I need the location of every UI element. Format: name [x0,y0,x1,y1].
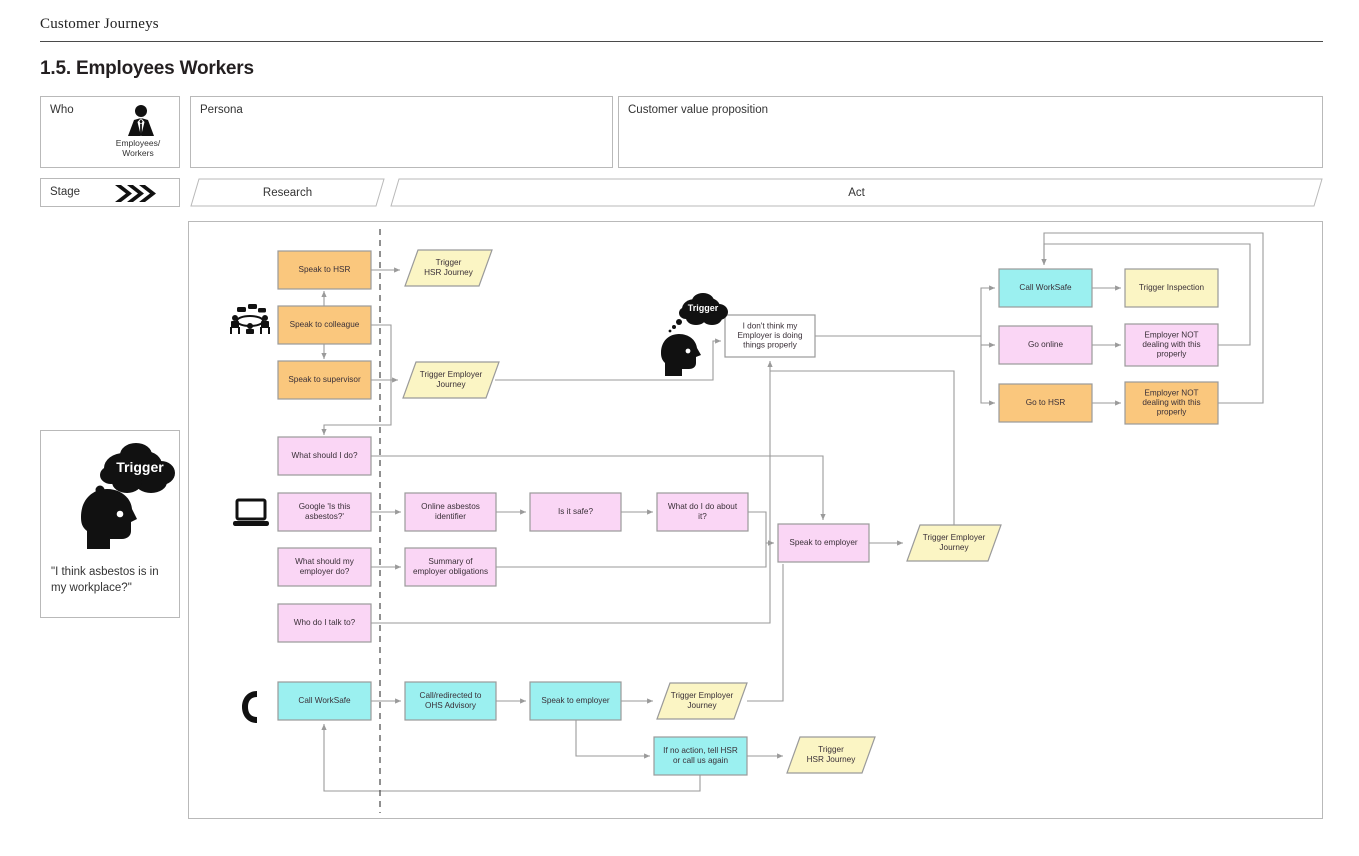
cvp-label: Customer value proposition [628,104,768,116]
inline-thinking-head-icon: Trigger [661,293,728,376]
header-rule [40,41,1323,42]
persona-label: Persona [200,104,243,116]
node-label-speak-colleague: Speak to colleague [290,320,360,329]
node-online-ident[interactable]: Online asbestos identifier [404,492,497,532]
node-trigger-hsr-1[interactable]: Trigger HSR Journey [404,249,493,287]
node-label-speak-employer-2: Speak to employer [541,696,610,705]
node-call-worksafe-r[interactable]: Call WorkSafe [998,268,1093,308]
stage-cell: Stage [40,178,180,207]
node-what-employer-do[interactable]: What should my employer do? [277,547,372,587]
node-speak-employer-2[interactable]: Speak to employer [529,681,622,721]
node-emp-not-2[interactable]: Employer NOT dealing with this properly [1124,381,1219,425]
node-trigger-inspect[interactable]: Trigger Inspection [1124,268,1219,308]
stage-bar-research[interactable]: Research [190,178,385,207]
edge-trigger-emp-3-to-speak-employer-1 [747,564,784,702]
node-label-speak-employer-1: Speak to employer [789,538,858,547]
node-google-asbestos[interactable]: Google 'Is this asbestos?' [277,492,372,532]
node-label-if-no-action: If no action, tell HSR or call us again [663,746,738,765]
node-if-no-action[interactable]: If no action, tell HSR or call us again [653,736,748,776]
inline-trigger-layer: Trigger [661,293,728,376]
node-trigger-emp-1[interactable]: Trigger Employer Journey [402,361,500,399]
thinking-head-icon: Trigger [41,435,181,555]
node-dont-think[interactable]: I don't think my Employer is doing things … [724,314,816,358]
node-speak-colleague[interactable]: Speak to colleague [277,305,372,345]
trigger-bubble-label: Trigger [116,459,164,475]
node-what-do-i-do[interactable]: What do I do about it? [656,492,749,532]
stage-bar-act[interactable]: Act [390,178,1323,207]
channel-icons-layer [230,304,270,723]
edge-trigger-emp-2-to-dont-think [770,370,955,525]
node-label-call-worksafe-b: Call WorkSafe [298,696,351,705]
node-summary-oblig[interactable]: Summary of employer obligations [404,547,497,587]
node-go-online[interactable]: Go online [998,325,1093,365]
stage-research-label: Research [262,186,313,199]
node-speak-employer-1[interactable]: Speak to employer [777,523,870,563]
node-call-worksafe-b[interactable]: Call WorkSafe [277,681,372,721]
telephone-handset-icon [242,691,257,723]
node-label-what-employer-do: What should my employer do? [295,557,355,576]
node-label-dont-think: I don't think my Employer is doing things … [737,322,803,350]
person-in-suit-icon [121,103,161,137]
node-label-speak-hsr: Speak to HSR [299,265,351,274]
laptop-icon [233,498,269,526]
node-speak-supervisor[interactable]: Speak to supervisor [277,360,372,400]
stage-label: Stage [50,186,81,198]
edge-right-stack-to-go-to-hsr [980,336,995,406]
trigger-quote: "I think asbestos is in my workplace?" [51,566,159,594]
node-ohs-advisory[interactable]: Call/redirected to OHS Advisory [404,681,497,721]
running-header: Customer Journeys [40,16,159,32]
persona-cell: Persona [190,96,613,168]
node-label-go-to-hsr: Go to HSR [1026,398,1066,407]
node-who-do-i-talk-to[interactable]: Who do I talk to? [277,603,372,643]
journey-diagram-svg: Speak to HSR Trigger HSR Journey Speak to c… [230,229,1264,813]
who-label: Who [50,104,74,116]
node-label-call-worksafe-r: Call WorkSafe [1019,283,1072,292]
node-trigger-hsr-2[interactable]: Trigger HSR Journey [786,736,876,774]
trigger-persona-card: Trigger "I think asbestos is in my workp… [40,430,180,618]
node-trigger-emp-2[interactable]: Trigger Employer Journey [906,524,1002,562]
meeting-table-icon [230,304,270,334]
node-label-speak-supervisor: Speak to supervisor [288,375,361,384]
journey-diagram-canvas: Speak to HSR Trigger HSR Journey Speak to c… [188,221,1323,819]
node-label-what-should-i-do: What should I do? [292,451,358,460]
who-caption-line2: Workers [122,148,154,158]
edge-summary-oblig-to-speak-employer-1 [496,540,774,568]
node-emp-not-1[interactable]: Employer NOT dealing with this properly [1124,323,1219,367]
edge-speak-employer-2-to-if-no-action [575,720,650,759]
triple-chevron-icon [113,183,157,204]
who-caption-line1: Employees/ [115,138,161,148]
node-label-trigger-inspect: Trigger Inspection [1139,283,1205,292]
node-speak-hsr[interactable]: Speak to HSR [277,250,372,290]
who-caption: Employees/ Workers [103,138,173,158]
node-label-is-it-safe: Is it safe? [558,507,593,516]
node-label-go-online: Go online [1028,340,1063,349]
who-cell: Who Employees/ Workers [40,96,180,168]
edge-emp-not-2-to-call-worksafe-r [1041,232,1264,404]
svg-text:Trigger: Trigger [688,303,719,313]
node-trigger-emp-3[interactable]: Trigger Employer Journey [656,682,748,720]
customer-value-proposition-cell: Customer value proposition [618,96,1323,168]
page-title: 1.5. Employees Workers [40,58,254,79]
stage-act-label: Act [848,186,865,199]
node-label-who-do-i-talk-to: Who do I talk to? [294,618,356,627]
edge-right-stack-to-call-worksafe-r [980,285,995,336]
node-label-google-asbestos: Google 'Is this asbestos?' [299,502,351,521]
node-is-it-safe[interactable]: Is it safe? [529,492,622,532]
node-go-to-hsr[interactable]: Go to HSR [998,383,1093,423]
node-label-ohs-advisory: Call/redirected to OHS Advisory [420,691,482,710]
node-what-should-i-do[interactable]: What should I do? [277,436,372,476]
nodes-layer: Speak to HSR Trigger HSR Journey Speak to c… [277,249,1219,776]
